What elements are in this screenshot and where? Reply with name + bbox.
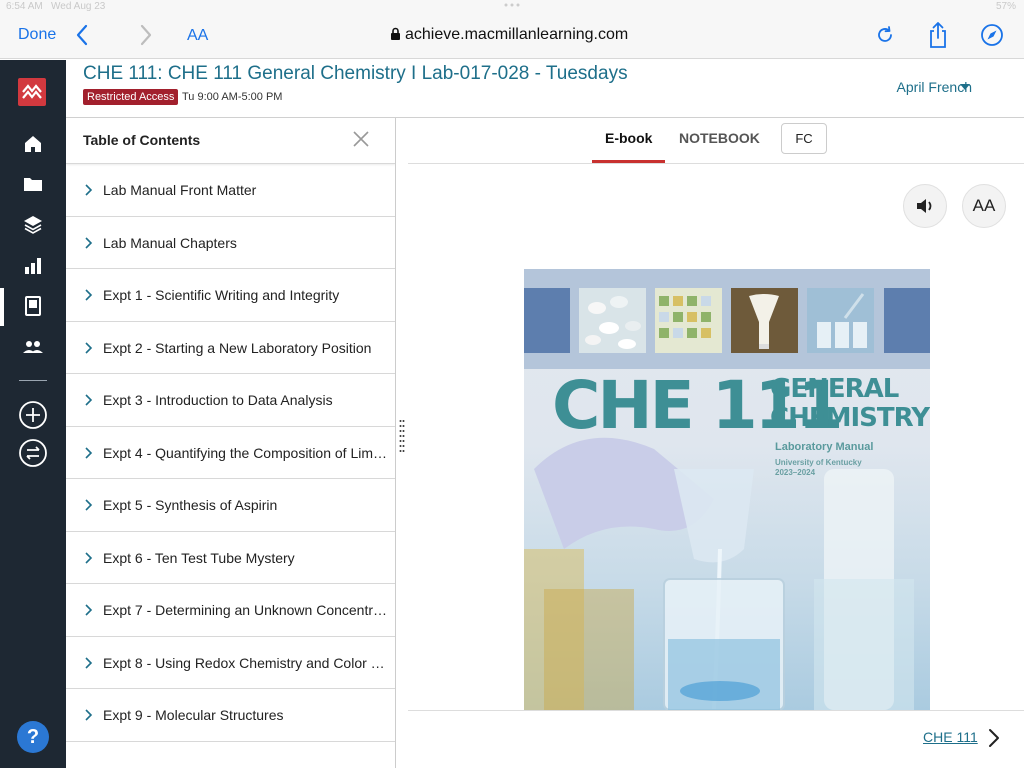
tab-notebook[interactable]: NOTEBOOK (679, 130, 760, 146)
next-section-link[interactable]: CHE 111 (923, 729, 978, 745)
forward-icon[interactable] (136, 22, 156, 48)
toc-item[interactable]: Expt 4 - Quantifying the Composition of … (66, 427, 395, 479)
toc-item[interactable]: Expt 2 - Starting a New Laboratory Posit… (66, 322, 395, 374)
battery-indicator: 57% (995, 1, 1016, 12)
chevron-right-icon (85, 499, 93, 511)
cover-general-line: GENERAL (770, 374, 899, 404)
toc-item[interactable]: Expt 1 - Scientific Writing and Integrit… (66, 269, 395, 322)
home-icon[interactable] (21, 132, 45, 156)
toc-item-label: Expt 5 - Synthesis of Aspirin (103, 497, 278, 513)
toc-item[interactable]: Lab Manual Front Matter (66, 164, 395, 217)
status-bar: 6:54 AM Wed Aug 23 57% (0, 0, 1024, 14)
reader-tabs: E-book NOTEBOOK FC (408, 118, 1024, 164)
table-of-contents-panel: Table of Contents Lab Manual Front Matte… (66, 118, 396, 768)
course-header: CHE 111: CHE 111 General Chemistry I Lab… (66, 60, 1024, 118)
cover-block (884, 288, 930, 353)
toc-item[interactable]: Expt 8 - Using Redox Chemistry and Color… (66, 637, 395, 689)
address-bar[interactable]: achieve.macmillanlearning.com (390, 26, 628, 44)
chevron-right-icon (85, 656, 93, 669)
toc-item-label: Lab Manual Front Matter (103, 182, 257, 198)
swap-icon[interactable] (18, 438, 48, 468)
toc-item[interactable]: Lab Manual Chapters (66, 217, 395, 269)
toc-item-label: Expt 7 - Determining an Unknown Concentr… (103, 602, 388, 618)
browser-toolbar: Done AA achieve.macmillanlearning.com (0, 14, 1024, 59)
read-aloud-button[interactable] (903, 184, 947, 228)
active-indicator (0, 288, 4, 326)
toc-item[interactable]: Expt 3 - Introduction to Data Analysis (66, 374, 395, 427)
multitask-handle[interactable] (502, 3, 522, 7)
toc-item[interactable]: Expt 9 - Molecular Structures (66, 689, 395, 742)
tab-fc[interactable]: FC (781, 123, 827, 154)
url-text: achieve.macmillanlearning.com (405, 26, 629, 43)
pills-photo (579, 288, 646, 353)
lock-icon (391, 27, 400, 40)
flask-photo (731, 288, 798, 353)
toc-header: Table of Contents (66, 118, 395, 164)
close-icon[interactable] (353, 131, 369, 147)
chevron-right-icon (85, 341, 93, 354)
toc-item-label: Expt 1 - Scientific Writing and Integrit… (103, 287, 340, 303)
toc-item-label: Expt 2 - Starting a New Laboratory Posit… (103, 339, 372, 356)
cover-general-chemistry: GENERAL CHEMISTRY (770, 374, 930, 433)
ebook-icon[interactable] (21, 294, 45, 318)
ebook-reader: E-book NOTEBOOK FC AA CHE 111 GENERAL CHE… (408, 118, 1024, 768)
cover-beaker-illustration (524, 437, 914, 710)
chevron-right-icon (85, 709, 93, 721)
text-size-button[interactable]: AA (187, 27, 208, 45)
book-cover: CHE 111 GENERAL CHEMISTRY Laboratory Manu… (524, 269, 930, 710)
toc-title: Table of Contents (83, 132, 201, 148)
test-tubes-photo (807, 288, 874, 353)
done-button[interactable]: Done (18, 26, 56, 44)
course-schedule: Tu 9:00 AM-5:00 PM (182, 91, 283, 103)
toc-item-label: Expt 8 - Using Redox Chemistry and Color… (103, 654, 388, 671)
cover-photo-band (524, 269, 930, 369)
bar-chart-icon[interactable] (21, 253, 45, 277)
restricted-access-badge: Restricted Access (83, 89, 179, 105)
back-icon[interactable] (72, 22, 92, 48)
chevron-right-icon (85, 604, 93, 616)
tab-ebook[interactable]: E-book (605, 130, 652, 146)
periodic-table-photo (655, 288, 722, 353)
toc-list: Lab Manual Front Matter Lab Manual Chapt… (66, 164, 395, 742)
logo-mark-icon (22, 84, 42, 99)
layers-icon[interactable] (21, 212, 45, 236)
app-sidebar: ? (0, 60, 66, 768)
toc-item-label: Expt 9 - Molecular Structures (103, 707, 284, 723)
chevron-right-icon (85, 446, 93, 459)
speaker-icon (917, 199, 932, 213)
reader-footer: CHE 111 (408, 710, 1024, 768)
font-size-button[interactable]: AA (962, 184, 1006, 228)
cover-block (524, 288, 570, 353)
chevron-right-icon (85, 289, 93, 301)
chevron-right-icon (85, 551, 93, 564)
help-icon[interactable]: ? (17, 721, 49, 753)
status-time: 6:54 AM Wed Aug 23 (6, 1, 106, 12)
people-icon[interactable] (21, 335, 45, 359)
chevron-down-icon[interactable] (960, 84, 970, 90)
drag-handle-icon[interactable] (399, 418, 405, 456)
toc-item-label: Expt 3 - Introduction to Data Analysis (103, 392, 333, 408)
reload-icon[interactable] (874, 24, 896, 46)
course-title[interactable]: CHE 111: CHE 111 General Chemistry I Lab… (83, 63, 628, 85)
toc-item-label: Lab Manual Chapters (103, 234, 237, 251)
toc-item[interactable]: Expt 7 - Determining an Unknown Concentr… (66, 584, 395, 637)
toc-item[interactable]: Expt 6 - Ten Test Tube Mystery (66, 532, 395, 584)
toc-item-label: Expt 4 - Quantifying the Composition of … (103, 444, 388, 461)
chevron-right-icon (85, 236, 93, 249)
active-tab-underline (592, 160, 665, 163)
folder-icon[interactable] (21, 172, 45, 196)
compass-icon[interactable] (980, 23, 1004, 47)
panel-splitter[interactable] (396, 118, 408, 768)
chevron-right-icon (85, 394, 93, 406)
share-icon[interactable] (926, 20, 950, 50)
chevron-right-icon (85, 184, 93, 196)
macmillan-logo[interactable] (18, 78, 46, 106)
add-circle-icon[interactable] (18, 400, 48, 430)
chevron-right-icon[interactable] (988, 728, 1000, 748)
rail-divider (19, 380, 47, 381)
toc-item[interactable]: Expt 5 - Synthesis of Aspirin (66, 479, 395, 532)
toc-item-label: Expt 6 - Ten Test Tube Mystery (103, 549, 295, 566)
